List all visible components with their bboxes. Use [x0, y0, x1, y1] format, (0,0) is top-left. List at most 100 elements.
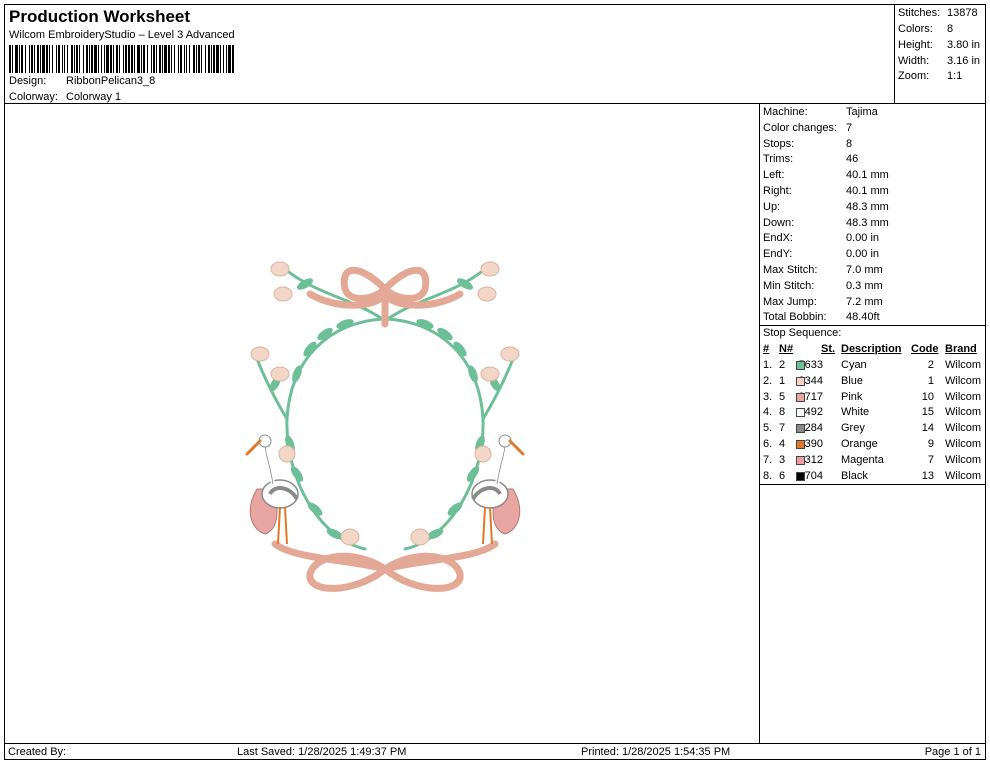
col-header-st: St.	[821, 343, 836, 355]
stop-sequence-row: 8. 6 704 Black 13 Wilcom	[760, 470, 985, 485]
machine-info-value: 7.2 mm	[846, 295, 883, 308]
barcode-bar	[220, 45, 221, 73]
barcode-bar	[189, 45, 190, 73]
thread-code: 2	[927, 359, 934, 371]
barcode-bar	[223, 45, 224, 73]
barcode-bar	[94, 45, 97, 73]
barcode-bar	[19, 45, 20, 73]
barcode-bar	[76, 45, 78, 73]
thread-code: 13	[921, 469, 934, 482]
barcode-bar	[79, 45, 80, 73]
barcode-bar	[143, 45, 145, 73]
barcode-bar	[184, 45, 185, 73]
stitches-value: 13878	[947, 7, 978, 19]
barcode-bar	[119, 45, 120, 73]
barcode-bar	[153, 45, 155, 73]
page-number: Page 1 of 1	[924, 746, 981, 758]
needle-number: 3	[779, 453, 786, 466]
needle-number: 5	[779, 390, 786, 403]
barcode-bar	[74, 45, 75, 73]
col-header-brand: Brand	[945, 343, 977, 355]
barcode-bar	[9, 45, 11, 73]
barcode-bar	[134, 45, 135, 73]
barcode-bar	[216, 45, 219, 73]
machine-info-label: Trims:	[763, 153, 794, 166]
machine-info-label: Left:	[763, 169, 785, 182]
color-description: Cyan	[841, 359, 867, 371]
color-description: Blue	[841, 374, 864, 387]
barcode-bar	[86, 45, 88, 73]
stitch-count: 284	[804, 422, 823, 435]
stitches-label: Stitches:	[898, 7, 941, 19]
stop-number: 6.	[763, 438, 773, 450]
thread-brand: Wilcom	[945, 453, 982, 466]
machine-info-value: 0.00 in	[846, 232, 880, 245]
barcode-bar	[116, 45, 118, 73]
needle-number: 8	[779, 406, 786, 419]
thread-brand: Wilcom	[945, 406, 982, 419]
design-stats-panel: Stitches: 13878 Colors: 8 Height: 3.80 i…	[894, 4, 986, 104]
barcode-bar	[137, 45, 140, 73]
machine-info-label: EndX:	[763, 232, 793, 245]
machine-info-value: 48.40ft	[846, 311, 880, 324]
machine-info-label: Total Bobbin:	[763, 311, 827, 324]
color-swatch	[796, 440, 805, 449]
barcode-bar	[198, 45, 200, 73]
machine-info-label: EndY:	[763, 248, 793, 261]
thread-code: 9	[927, 438, 934, 450]
stop-number: 4.	[763, 406, 773, 419]
machine-info-label: Max Jump:	[763, 295, 817, 308]
needle-number: 7	[779, 422, 786, 435]
color-swatch	[796, 361, 805, 370]
thread-brand: Wilcom	[945, 390, 982, 403]
barcode-bar	[83, 45, 84, 73]
barcode-bar	[180, 45, 182, 73]
machine-info-value: 46	[846, 153, 859, 166]
barcode-bar	[29, 45, 30, 73]
machine-info-value: 40.1 mm	[846, 169, 889, 182]
stop-sequence-row: 1. 2 5633 Cyan 2 Wilcom	[760, 359, 985, 374]
color-description: Magenta	[841, 453, 884, 466]
colors-value: 8	[947, 23, 954, 35]
embroidery-design	[245, 261, 525, 592]
color-swatch	[796, 424, 805, 434]
needle-number: 6	[779, 469, 786, 482]
thread-brand: Wilcom	[945, 359, 982, 371]
color-description: Grey	[841, 422, 865, 435]
barcode-bar	[31, 45, 33, 73]
colors-label: Colors:	[898, 23, 933, 35]
barcode-bar	[128, 45, 130, 73]
page-title: Production Worksheet	[9, 7, 191, 26]
thread-code: 14	[921, 422, 934, 435]
machine-info-label: Right:	[763, 185, 792, 197]
barcode	[9, 45, 234, 73]
height-value: 3.80 in	[947, 39, 981, 51]
barcode-bar	[162, 45, 163, 73]
barcode-bar	[56, 45, 57, 73]
divider	[760, 325, 985, 326]
height-label: Height:	[898, 39, 933, 51]
design-label: Design:	[9, 75, 47, 87]
machine-info-value: 0.3 mm	[846, 279, 883, 292]
stop-number: 8.	[763, 469, 773, 482]
needle-number: 1	[779, 374, 786, 387]
machine-info-value: 8	[846, 137, 853, 150]
barcode-bar	[151, 45, 152, 73]
barcode-bar	[159, 45, 161, 73]
printed-date: Printed: 1/28/2025 1:54:35 PM	[581, 746, 731, 758]
machine-info-label: Up:	[763, 200, 781, 213]
barcode-bar	[12, 45, 13, 73]
color-swatch	[796, 408, 805, 418]
thread-code: 10	[921, 390, 934, 403]
col-header-num: #	[763, 343, 770, 355]
barcode-bar	[25, 45, 26, 73]
thread-brand: Wilcom	[945, 438, 982, 450]
machine-info-value: 40.1 mm	[846, 185, 889, 197]
barcode-bar	[147, 45, 148, 73]
barcode-bar	[232, 45, 234, 73]
stop-number: 2.	[763, 374, 773, 387]
needle-number: 4	[779, 438, 786, 450]
machine-info-label: Machine:	[763, 106, 808, 118]
stop-sequence-row: 2. 1 3344 Blue 1 Wilcom	[760, 375, 985, 390]
barcode-bar	[201, 45, 202, 73]
